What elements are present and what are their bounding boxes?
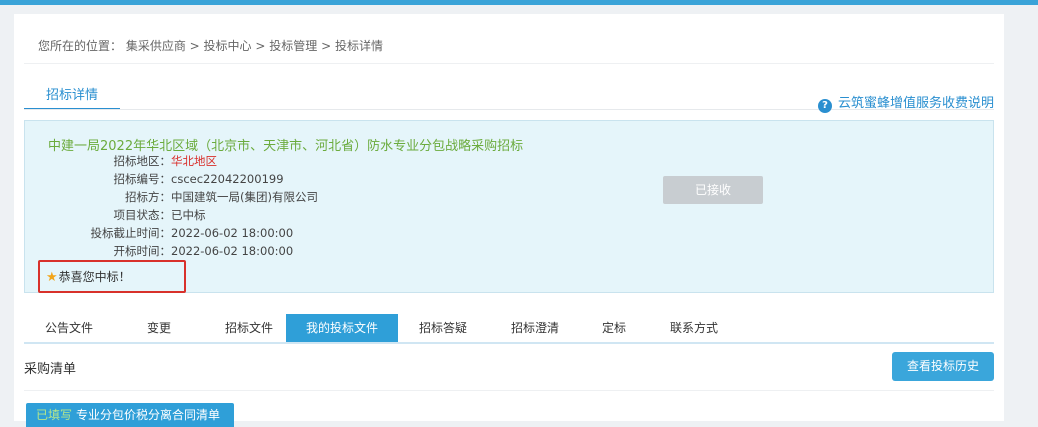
tab-qa[interactable]: 招标答疑 [398, 314, 488, 342]
field-value: 2022-06-02 18:00:00 [171, 226, 294, 240]
breadcrumb-separator: > [185, 39, 204, 53]
tab-award[interactable]: 定标 [572, 314, 656, 342]
list-item-name: 专业分包价税分离合同清单 [76, 408, 221, 422]
list-divider [24, 390, 994, 391]
service-fee-help-link[interactable]: ? 云筑蜜蜂增值服务收费说明 [817, 92, 994, 113]
tab-announcement[interactable]: 公告文件 [24, 314, 114, 342]
top-accent-bar [0, 0, 1038, 5]
tab-clarification[interactable]: 招标澄清 [490, 314, 580, 342]
field-tender-number: 招标编号：cscec22042200199 [25, 171, 285, 189]
field-region: 招标地区：华北地区 [25, 153, 285, 171]
field-project-status: 项目状态：已中标 [25, 207, 285, 225]
field-label: 开标时间： [113, 244, 172, 258]
field-value: 2022-06-02 18:00:00 [171, 244, 294, 258]
field-label: 项目状态： [113, 208, 172, 222]
question-circle-icon: ? [817, 99, 832, 113]
field-label: 招标编号： [113, 172, 172, 186]
tab-my-bid-documents[interactable]: 我的投标文件 [286, 314, 398, 342]
breadcrumb-divider [24, 63, 994, 64]
field-tenderer: 招标方：中国建筑一局(集团)有限公司 [25, 189, 318, 207]
project-title: 中建一局2022年华北区域（北京市、天津市、河北省）防水专业分包战略采购招标 [48, 139, 524, 154]
content-card: 您所在的位置： 集采供应商 > 投标中心 > 投标管理 > 投标详情 招标详情 … [14, 14, 1004, 427]
tab-changes[interactable]: 变更 [114, 314, 204, 342]
congrats-text: 恭喜您中标！ [58, 270, 131, 284]
congrats-message: ★恭喜您中标！ [46, 268, 131, 285]
breadcrumb-separator: > [317, 39, 335, 53]
star-icon: ★ [46, 270, 58, 285]
breadcrumb-link-bid-management[interactable]: 投标管理 [269, 39, 317, 53]
field-value: 华北地区 [171, 154, 217, 168]
field-label: 招标方： [125, 190, 171, 204]
breadcrumb-link-supplier[interactable]: 集采供应商 [126, 39, 186, 53]
field-value: 已中标 [171, 208, 206, 222]
breadcrumb-link-bid-center[interactable]: 投标中心 [204, 39, 252, 53]
field-value: 中国建筑一局(集团)有限公司 [171, 190, 318, 204]
tab-tender-documents[interactable]: 招标文件 [204, 314, 294, 342]
breadcrumb-prefix: 您所在的位置： [38, 39, 123, 53]
breadcrumb: 您所在的位置： 集采供应商 > 投标中心 > 投标管理 > 投标详情 [38, 37, 383, 54]
field-bid-deadline: 投标截止时间：2022-06-02 18:00:00 [25, 225, 294, 243]
tab-tender-details[interactable]: 招标详情 [24, 84, 120, 110]
tab-contact[interactable]: 联系方式 [652, 314, 736, 342]
congrats-highlight-box: ★恭喜您中标！ [38, 260, 186, 293]
field-value: cscec22042200199 [171, 172, 284, 186]
breadcrumb-current: 投标详情 [334, 39, 383, 53]
filled-status-tag: 已填写 [36, 408, 73, 422]
document-tabs: 公告文件 变更 招标文件 我的投标文件 招标答疑 招标澄清 定标 联系方式 [24, 314, 994, 344]
field-opening-time: 开标时间：2022-06-02 18:00:00 [25, 243, 294, 261]
field-label: 投标截止时间： [90, 226, 172, 240]
breadcrumb-separator: > [251, 39, 270, 53]
field-label: 招标地区： [113, 154, 172, 168]
accepted-button[interactable]: 已接收 [663, 176, 763, 204]
procurement-list-title: 采购清单 [24, 362, 77, 377]
list-item-contract-bill[interactable]: 已填写 专业分包价税分离合同清单 [26, 403, 234, 427]
help-link-label: 云筑蜜蜂增值服务收费说明 [837, 96, 994, 111]
view-bid-history-button[interactable]: 查看投标历史 [892, 352, 994, 381]
tender-info-panel: 中建一局2022年华北区域（北京市、天津市、河北省）防水专业分包战略采购招标 招… [24, 120, 994, 293]
